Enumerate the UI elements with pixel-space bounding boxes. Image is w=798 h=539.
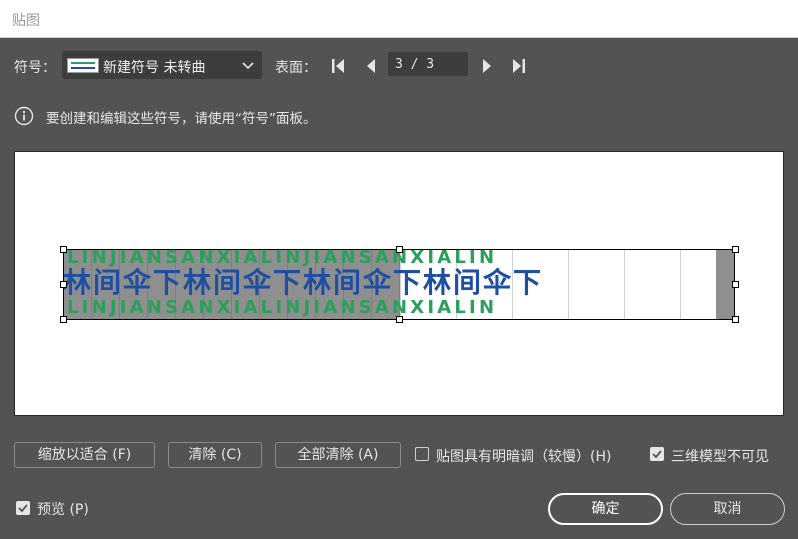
mapped-artwork[interactable]: LINJIANSANXIALINJIANSANXIALIN 林间伞下林间伞下林间… xyxy=(63,249,735,320)
chevron-down-icon xyxy=(242,62,254,70)
symbol-dropdown[interactable]: 新建符号 未转曲 xyxy=(62,51,262,79)
scale-to-fit-button[interactable]: 缩放以适合 (F) xyxy=(14,442,155,468)
symbol-label: 符号： xyxy=(14,60,56,76)
page-field[interactable] xyxy=(388,52,468,76)
pinyin-text-top: LINJIANSANXIALINJIANSANXIALIN xyxy=(67,249,400,268)
checkmark-icon xyxy=(18,504,28,513)
handle-top-middle[interactable] xyxy=(396,246,403,253)
title-bar: 贴图 xyxy=(0,0,798,38)
symbol-thumbnail xyxy=(67,58,99,73)
info-icon xyxy=(14,106,34,126)
artwork-segment-1: LINJIANSANXIALINJIANSANXIALIN 林间伞下林间伞下林间… xyxy=(63,249,400,320)
symbol-dropdown-value: 新建符号 未转曲 xyxy=(103,60,206,76)
first-page-icon[interactable] xyxy=(329,56,347,76)
ok-button[interactable]: 确定 xyxy=(548,493,663,525)
handle-bottom-left[interactable] xyxy=(60,316,67,323)
hanzi-text: 林间伞下林间伞下林间伞下林间伞下 xyxy=(63,266,400,299)
surface-label: 表面： xyxy=(275,60,317,76)
hide-3d-checkbox[interactable] xyxy=(650,447,664,461)
clear-all-button[interactable]: 全部清除 (A) xyxy=(275,442,401,468)
preview-label: 预览 (P) xyxy=(37,502,89,518)
handle-top-left[interactable] xyxy=(60,246,67,253)
handle-middle-right[interactable] xyxy=(732,281,739,288)
checkmark-icon xyxy=(652,450,662,459)
handle-middle-left[interactable] xyxy=(60,281,67,288)
artwork-segment-2: LINJIANSANXIALINJIANSANXIALIN 林间伞下林间伞下林间… xyxy=(400,249,716,320)
next-page-icon[interactable] xyxy=(478,56,496,76)
clear-button[interactable]: 清除 (C) xyxy=(168,442,262,468)
preview-checkbox[interactable] xyxy=(16,501,30,515)
texture-preview[interactable]: LINJIANSANXIALINJIANSANXIALIN 林间伞下林间伞下林间… xyxy=(14,151,784,416)
cancel-button[interactable]: 取消 xyxy=(670,493,785,525)
pinyin-text-bottom: LINJIANSANXIALINJIANSANXIALIN xyxy=(67,297,400,318)
handle-bottom-right[interactable] xyxy=(732,316,739,323)
window-title: 贴图 xyxy=(12,13,40,29)
handle-top-right[interactable] xyxy=(732,246,739,253)
previous-page-icon[interactable] xyxy=(362,56,380,76)
last-page-icon[interactable] xyxy=(510,56,528,76)
page-input[interactable] xyxy=(388,52,468,76)
shading-checkbox[interactable] xyxy=(415,447,429,461)
hide-3d-label: 三维模型不可见 xyxy=(671,449,769,465)
info-text: 要创建和编辑这些符号，请使用“符号”面板。 xyxy=(46,111,317,127)
handle-bottom-middle[interactable] xyxy=(396,316,403,323)
shading-label: 贴图具有明暗调（较慢）(H) xyxy=(436,449,612,465)
